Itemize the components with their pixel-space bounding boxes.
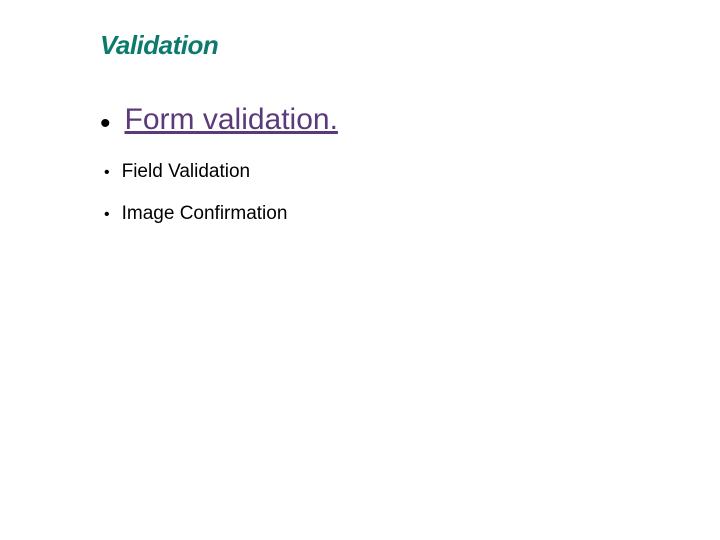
bullet-icon: • bbox=[100, 109, 111, 139]
bullet-item-sub: • Image Confirmation bbox=[100, 203, 720, 225]
image-confirmation-text: Image Confirmation bbox=[122, 203, 288, 225]
bullet-item-sub: • Field Validation bbox=[100, 161, 720, 183]
slide-container: Validation • Form validation. • Field Va… bbox=[0, 0, 720, 225]
field-validation-text: Field Validation bbox=[122, 161, 251, 183]
bullet-icon: • bbox=[104, 165, 110, 181]
bullet-icon: • bbox=[104, 207, 110, 223]
form-validation-link[interactable]: Form validation. bbox=[125, 103, 338, 137]
bullet-item-main: • Form validation. bbox=[100, 103, 720, 139]
slide-title: Validation bbox=[100, 30, 720, 61]
